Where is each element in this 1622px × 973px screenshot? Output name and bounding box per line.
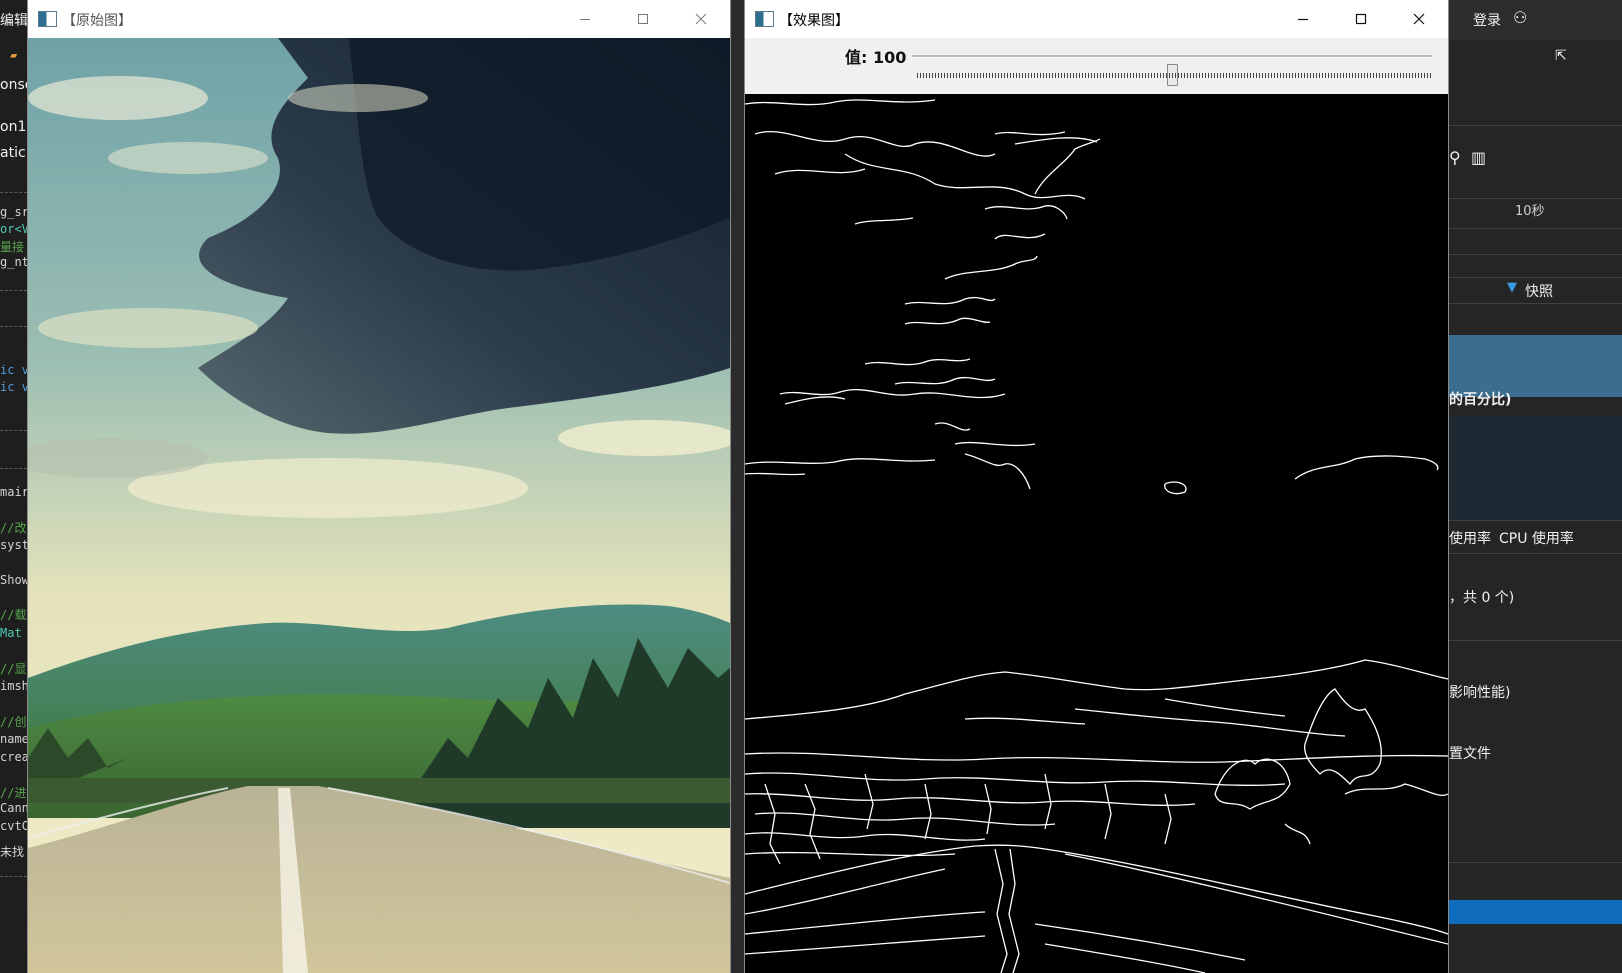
code-line[interactable]: Show xyxy=(0,573,27,587)
selection-bar[interactable] xyxy=(1449,900,1622,924)
ide-solution-fragment[interactable]: on1 xyxy=(0,119,26,135)
ide-tab-fragment[interactable]: onso xyxy=(0,77,27,93)
window-titlebar[interactable]: 【原始图】 xyxy=(28,0,730,38)
timeline-label: 10秒 xyxy=(1515,204,1545,219)
ide-background-gap xyxy=(731,0,745,973)
code-line[interactable]: 量接 xyxy=(0,238,24,255)
result-image-window[interactable]: 【效果图】 值: 100 xyxy=(745,0,1448,973)
minimize-button[interactable] xyxy=(1274,0,1332,38)
code-line[interactable]: 未找 xyxy=(0,843,24,860)
window-title: 【效果图】 xyxy=(779,13,849,29)
code-line[interactable]: ic v xyxy=(0,380,27,394)
code-line[interactable]: mair xyxy=(0,485,27,499)
code-line[interactable]: //创 xyxy=(0,713,26,730)
maximize-icon xyxy=(1355,13,1367,25)
window-titlebar[interactable]: 【效果图】 xyxy=(745,0,1448,38)
ide-scope-fragment[interactable]: atic xyxy=(0,145,26,161)
memory-graph xyxy=(1449,335,1622,397)
window-title: 【原始图】 xyxy=(62,13,132,29)
profile-file-label[interactable]: 置文件 xyxy=(1449,743,1491,763)
ide-menu-fragment[interactable]: 编辑(E xyxy=(0,10,27,30)
login-button[interactable]: 登录 xyxy=(1473,10,1501,30)
diagnostics-panel: 登录 ⚇ ⇱ ⚲ ▥ 10秒 ▼ 快照 的百分比) 使用率 CPU 使用率 ，共… xyxy=(1449,0,1622,973)
trackbar-panel: 值: 100 xyxy=(745,38,1448,94)
performance-note: 影响性能) xyxy=(1449,685,1511,701)
code-line[interactable]: //载 xyxy=(0,606,26,623)
code-line[interactable]: //显 xyxy=(0,660,26,677)
maximize-icon xyxy=(638,14,648,24)
minimize-icon xyxy=(1298,18,1308,21)
minimize-button[interactable] xyxy=(556,0,614,38)
code-line[interactable]: cvtC xyxy=(0,819,27,833)
code-line[interactable]: syst xyxy=(0,538,27,552)
code-line[interactable]: //进 xyxy=(0,784,26,801)
snapshot-triangle-icon[interactable]: ▼ xyxy=(1507,280,1517,295)
opencv-window-icon xyxy=(755,11,774,27)
canny-edge-output xyxy=(745,99,1448,973)
opencv-window-icon xyxy=(38,11,57,27)
close-icon xyxy=(1413,13,1425,25)
code-line[interactable]: Cann xyxy=(0,801,27,815)
cpu-usage-tab[interactable]: CPU 使用率 xyxy=(1499,528,1574,548)
code-line[interactable]: //改 xyxy=(0,519,26,536)
wrench-icon[interactable]: ⚲ xyxy=(1449,148,1461,167)
close-icon xyxy=(695,13,707,25)
maximize-button[interactable] xyxy=(1332,0,1390,38)
chart-settings-icon[interactable]: ▥ xyxy=(1471,148,1486,167)
code-line[interactable]: name xyxy=(0,732,27,746)
close-button[interactable] xyxy=(672,0,730,38)
trackbar-ticks xyxy=(917,73,1431,78)
edge-image xyxy=(745,94,1448,973)
maximize-button[interactable] xyxy=(614,0,672,38)
usage-tab[interactable]: 使用率 xyxy=(1449,528,1491,548)
code-line[interactable]: or<V xyxy=(0,222,27,236)
code-line[interactable]: Mat xyxy=(0,626,22,640)
code-line[interactable]: ic v xyxy=(0,363,27,377)
ide-code-editor-strip: 编辑(E ▰ onso on1 atic g_sr or<V 量接g_ntic v i… xyxy=(0,0,27,973)
close-button[interactable] xyxy=(1390,0,1448,38)
trackbar-label: 值: 100 xyxy=(845,48,907,67)
minimize-icon xyxy=(580,19,590,20)
share-icon[interactable]: ⇱ xyxy=(1555,48,1567,64)
road-landscape-photo xyxy=(28,38,730,973)
cpu-graph xyxy=(1449,415,1622,520)
trackbar-track[interactable] xyxy=(912,55,1432,86)
original-image-window[interactable]: 【原始图】 xyxy=(28,0,730,973)
folder-icon[interactable]: ▰ xyxy=(10,48,17,62)
code-line[interactable]: g_sr xyxy=(0,205,27,219)
snapshot-label[interactable]: 快照 xyxy=(1525,281,1553,301)
code-line[interactable]: imsh xyxy=(0,679,27,693)
original-image xyxy=(28,38,730,973)
percent-label: 的百分比) xyxy=(1449,392,1512,408)
user-add-icon[interactable]: ⚇ xyxy=(1513,8,1527,27)
code-line[interactable]: crea xyxy=(0,750,27,764)
event-count-label: ，共 0 个) xyxy=(1449,590,1515,606)
code-line[interactable]: g_nt xyxy=(0,255,27,269)
